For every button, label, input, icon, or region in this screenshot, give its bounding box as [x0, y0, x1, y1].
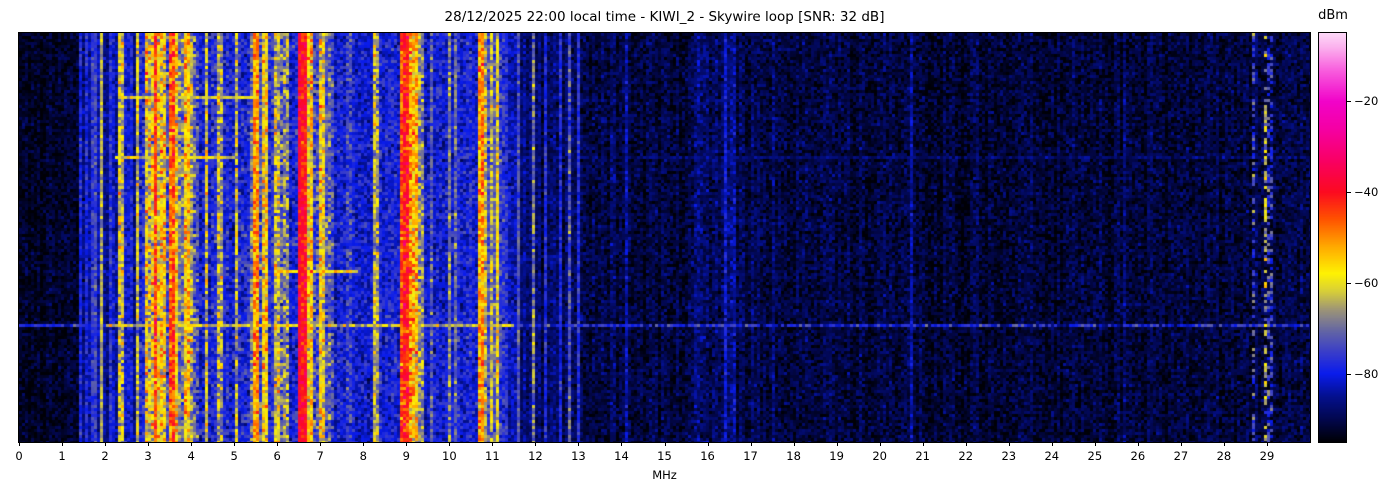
colorbar-tick-mark: [1347, 192, 1351, 194]
colorbar-tick-label: −40: [1354, 185, 1379, 200]
x-tick-label: 11: [485, 449, 500, 463]
x-tick-label: 19: [829, 449, 844, 463]
x-tick-label: 28: [1216, 449, 1232, 463]
x-tick-label: 27: [1173, 449, 1189, 463]
colorbar: [1318, 32, 1347, 443]
x-tick-label: 25: [1087, 449, 1103, 463]
x-tick-label: 12: [528, 449, 543, 463]
colorbar-tick-label: −20: [1354, 94, 1379, 109]
x-tick-label: 7: [316, 449, 324, 463]
x-tick-label: 18: [786, 449, 801, 463]
x-tick-label: 29: [1259, 449, 1275, 463]
colorbar-tick-label: −60: [1354, 275, 1379, 290]
colorbar-tick-label: −80: [1354, 366, 1379, 381]
x-tick-label: 20: [872, 449, 887, 463]
x-tick-label: 16: [700, 449, 715, 463]
spectrogram-canvas: [19, 33, 1310, 442]
x-tick-label: 9: [402, 449, 410, 463]
colorbar-tick-mark: [1347, 101, 1351, 103]
chart-title: 28/12/2025 22:00 local time - KIWI_2 - S…: [444, 9, 885, 25]
x-tick-label: 17: [743, 449, 758, 463]
x-axis-label: MHz: [652, 468, 677, 482]
x-tick-label: 3: [144, 449, 152, 463]
x-tick-label: 24: [1044, 449, 1060, 463]
x-tick-label: 15: [657, 449, 672, 463]
x-tick-label: 10: [442, 449, 457, 463]
colorbar-tick-mark: [1347, 282, 1351, 284]
x-tick-label: 13: [571, 449, 586, 463]
colorbar-canvas: [1319, 33, 1346, 442]
x-tick-label: 6: [273, 449, 281, 463]
x-tick-label: 2: [101, 449, 109, 463]
colorbar-tick-mark: [1347, 373, 1351, 375]
colorbar-label: dBm: [1318, 8, 1348, 23]
x-tick-label: 23: [1001, 449, 1017, 463]
x-tick-label: 14: [614, 449, 629, 463]
x-tick-label: 21: [915, 449, 931, 463]
x-tick-label: 0: [15, 449, 23, 463]
x-tick-label: 22: [958, 449, 974, 463]
x-tick-label: 5: [230, 449, 238, 463]
spectrogram-page: 28/12/2025 22:00 local time - KIWI_2 - S…: [0, 0, 1400, 500]
x-tick-label: 1: [58, 449, 66, 463]
x-tick-label: 4: [187, 449, 195, 463]
x-tick-label: 26: [1130, 449, 1146, 463]
spectrogram-plot: [18, 32, 1311, 443]
x-tick-label: 8: [359, 449, 367, 463]
